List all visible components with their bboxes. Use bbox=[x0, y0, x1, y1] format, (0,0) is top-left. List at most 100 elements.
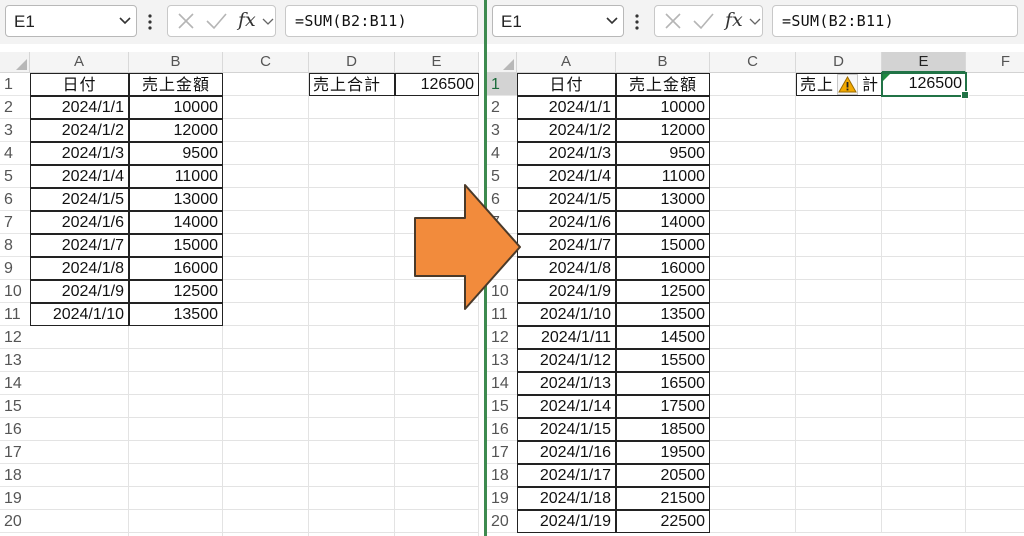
sales-cell[interactable]: 9500 bbox=[616, 142, 710, 165]
cancel-x-icon[interactable] bbox=[662, 6, 684, 36]
row-header-5[interactable]: 5 bbox=[0, 165, 30, 188]
date-cell[interactable]: 2024/1/9 bbox=[30, 280, 129, 303]
chevron-down-icon[interactable] bbox=[605, 15, 619, 27]
row-header-2[interactable]: 2 bbox=[487, 96, 517, 119]
sales-cell[interactable]: 11000 bbox=[129, 165, 223, 188]
sales-cell[interactable]: 20500 bbox=[616, 464, 710, 487]
column-header-b[interactable]: B bbox=[129, 52, 223, 73]
column-header-b[interactable]: B bbox=[616, 52, 710, 73]
date-cell[interactable]: 2024/1/16 bbox=[517, 441, 616, 464]
sales-cell[interactable]: 9500 bbox=[129, 142, 223, 165]
row-header-18[interactable]: 18 bbox=[0, 464, 30, 487]
row-header-20[interactable]: 20 bbox=[0, 510, 30, 533]
column-header-d[interactable]: D bbox=[796, 52, 882, 73]
row-header-2[interactable]: 2 bbox=[0, 96, 30, 119]
sales-cell[interactable]: 15000 bbox=[129, 234, 223, 257]
row-header-19[interactable]: 19 bbox=[487, 487, 517, 510]
row-header-4[interactable]: 4 bbox=[487, 142, 517, 165]
row-header-15[interactable]: 15 bbox=[0, 395, 30, 418]
row-header-10[interactable]: 10 bbox=[0, 280, 30, 303]
column-header-e[interactable]: E bbox=[395, 52, 479, 73]
date-cell[interactable]: 2024/1/4 bbox=[30, 165, 129, 188]
select-all-icon[interactable] bbox=[503, 59, 514, 70]
date-cell[interactable]: 2024/1/5 bbox=[517, 188, 616, 211]
cancel-x-icon[interactable] bbox=[175, 6, 197, 36]
date-cell[interactable]: 2024/1/17 bbox=[517, 464, 616, 487]
formula-input[interactable]: =SUM(B2:B11) bbox=[285, 5, 478, 37]
sales-cell[interactable]: 13000 bbox=[616, 188, 710, 211]
sales-cell[interactable]: 10000 bbox=[129, 96, 223, 119]
date-cell[interactable]: 2024/1/10 bbox=[30, 303, 129, 326]
row-header-14[interactable]: 14 bbox=[0, 372, 30, 395]
date-cell[interactable]: 2024/1/2 bbox=[30, 119, 129, 142]
total-value-cell[interactable]: 126500 bbox=[395, 73, 479, 96]
sales-cell[interactable]: 13500 bbox=[616, 303, 710, 326]
header-date-cell[interactable]: 日付 bbox=[517, 73, 616, 96]
date-cell[interactable]: 2024/1/6 bbox=[30, 211, 129, 234]
total-label-cell[interactable]: 売上合計 bbox=[309, 73, 395, 96]
sales-cell[interactable]: 16000 bbox=[616, 257, 710, 280]
row-header-1[interactable]: 1 bbox=[487, 73, 517, 96]
sales-cell[interactable]: 21500 bbox=[616, 487, 710, 510]
fx-icon[interactable]: fx bbox=[725, 9, 743, 31]
row-header-11[interactable]: 11 bbox=[0, 303, 30, 326]
date-cell[interactable]: 2024/1/12 bbox=[517, 349, 616, 372]
select-all-button[interactable] bbox=[487, 52, 517, 73]
header-sales-cell[interactable]: 売上金額 bbox=[616, 73, 710, 96]
sales-cell[interactable]: 16000 bbox=[129, 257, 223, 280]
row-header-14[interactable]: 14 bbox=[487, 372, 517, 395]
date-cell[interactable]: 2024/1/3 bbox=[517, 142, 616, 165]
sales-cell[interactable]: 12000 bbox=[129, 119, 223, 142]
row-header-13[interactable]: 13 bbox=[487, 349, 517, 372]
sales-cell[interactable]: 12000 bbox=[616, 119, 710, 142]
row-header-3[interactable]: 3 bbox=[487, 119, 517, 142]
date-cell[interactable]: 2024/1/6 bbox=[517, 211, 616, 234]
date-cell[interactable]: 2024/1/7 bbox=[30, 234, 129, 257]
active-cell-selection[interactable] bbox=[881, 72, 969, 99]
column-header-c[interactable]: C bbox=[223, 52, 309, 73]
row-header-6[interactable]: 6 bbox=[0, 188, 30, 211]
enter-check-icon[interactable] bbox=[204, 6, 228, 36]
name-box[interactable]: E1 bbox=[5, 5, 137, 37]
sales-cell[interactable]: 16500 bbox=[616, 372, 710, 395]
sales-cell[interactable]: 12500 bbox=[129, 280, 223, 303]
fx-icon[interactable]: fx bbox=[238, 9, 256, 31]
row-header-20[interactable]: 20 bbox=[487, 510, 517, 533]
sales-cell[interactable]: 13500 bbox=[129, 303, 223, 326]
date-cell[interactable]: 2024/1/2 bbox=[517, 119, 616, 142]
row-header-17[interactable]: 17 bbox=[487, 441, 517, 464]
sales-cell[interactable]: 11000 bbox=[616, 165, 710, 188]
name-box[interactable]: E1 bbox=[492, 5, 624, 37]
row-header-15[interactable]: 15 bbox=[487, 395, 517, 418]
row-header-3[interactable]: 3 bbox=[0, 119, 30, 142]
row-header-9[interactable]: 9 bbox=[0, 257, 30, 280]
row-header-7[interactable]: 7 bbox=[0, 211, 30, 234]
row-header-17[interactable]: 17 bbox=[0, 441, 30, 464]
date-cell[interactable]: 2024/1/19 bbox=[517, 510, 616, 533]
column-header-d[interactable]: D bbox=[309, 52, 395, 73]
kebab-menu-icon[interactable] bbox=[635, 12, 639, 32]
row-header-4[interactable]: 4 bbox=[0, 142, 30, 165]
sales-cell[interactable]: 10000 bbox=[616, 96, 710, 119]
date-cell[interactable]: 2024/1/10 bbox=[517, 303, 616, 326]
sales-cell[interactable]: 12500 bbox=[616, 280, 710, 303]
sales-cell[interactable]: 14000 bbox=[129, 211, 223, 234]
column-header-a[interactable]: A bbox=[517, 52, 616, 73]
sales-cell[interactable]: 13000 bbox=[129, 188, 223, 211]
row-header-16[interactable]: 16 bbox=[0, 418, 30, 441]
row-header-18[interactable]: 18 bbox=[487, 464, 517, 487]
sales-cell[interactable]: 15500 bbox=[616, 349, 710, 372]
row-header-19[interactable]: 19 bbox=[0, 487, 30, 510]
select-all-button[interactable] bbox=[0, 52, 30, 73]
sales-cell[interactable]: 22500 bbox=[616, 510, 710, 533]
chevron-down-icon[interactable] bbox=[749, 6, 761, 36]
column-header-c[interactable]: C bbox=[710, 52, 796, 73]
date-cell[interactable]: 2024/1/9 bbox=[517, 280, 616, 303]
date-cell[interactable]: 2024/1/1 bbox=[30, 96, 129, 119]
date-cell[interactable]: 2024/1/1 bbox=[517, 96, 616, 119]
formula-input[interactable]: =SUM(B2:B11) bbox=[772, 5, 1018, 37]
row-header-16[interactable]: 16 bbox=[487, 418, 517, 441]
date-cell[interactable]: 2024/1/5 bbox=[30, 188, 129, 211]
date-cell[interactable]: 2024/1/11 bbox=[517, 326, 616, 349]
sales-cell[interactable]: 14500 bbox=[616, 326, 710, 349]
